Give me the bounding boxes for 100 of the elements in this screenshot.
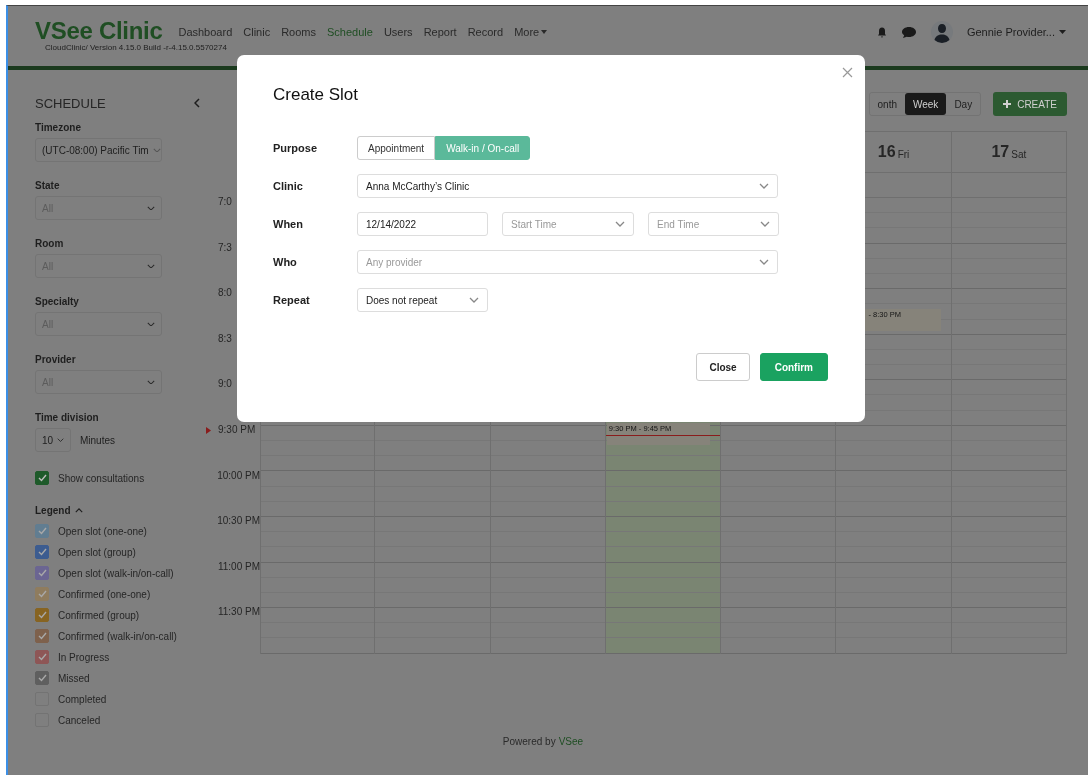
legend-checkbox[interactable] <box>35 566 49 580</box>
time-label: 10:30 PM <box>217 515 260 527</box>
legend-checkbox[interactable] <box>35 587 49 601</box>
field-label: Purpose <box>273 142 318 154</box>
chevron-up-icon[interactable] <box>74 508 83 513</box>
close-button[interactable] <box>842 67 853 78</box>
nav-link[interactable]: Rooms <box>281 26 316 38</box>
checkbox[interactable] <box>35 471 49 485</box>
end-time-select[interactable]: End Time <box>648 212 779 236</box>
legend-checkbox[interactable] <box>35 524 49 538</box>
legend-label: Completed <box>58 693 107 705</box>
close-button[interactable]: Close <box>696 353 750 381</box>
purpose-option[interactable]: Appointment <box>357 136 436 160</box>
chevron-left-icon[interactable] <box>194 98 200 108</box>
repeat-select[interactable]: Does not repeat <box>357 288 488 312</box>
filter-label: Specialty <box>35 296 80 307</box>
footer-link[interactable]: VSee <box>558 736 584 747</box>
legend-checkbox[interactable] <box>35 671 49 685</box>
legend-label: Open slot (group) <box>58 546 136 558</box>
filter-label: Time division <box>35 412 100 423</box>
legend-checkbox[interactable] <box>35 650 49 664</box>
time-label: 8:3 <box>218 332 232 344</box>
purpose-option[interactable]: Walk-in / On-call <box>435 136 531 160</box>
legend-label: Confirmed (walk-in/on-call) <box>58 630 177 642</box>
legend-title: Legend <box>35 505 71 516</box>
clinic-select[interactable]: Anna McCarthy’s Clinic <box>357 174 778 198</box>
filter-select[interactable]: (UTC-08:00) Pacific Tim <box>35 138 162 162</box>
chevron-down-icon <box>615 221 625 227</box>
field-label: Clinic <box>273 180 304 192</box>
legend-label: Open slot (walk-in/on-call) <box>58 567 174 579</box>
nav-link[interactable]: Report <box>423 26 457 38</box>
nav-link[interactable]: Schedule <box>327 26 373 38</box>
legend-checkbox[interactable] <box>35 608 49 622</box>
nav-link[interactable]: Record <box>467 26 504 38</box>
nav-link[interactable]: Users <box>383 26 413 38</box>
version-text: CloudClinic/ Version 4.15.0 Build -r-4.15.0.5570274 <box>45 43 227 52</box>
legend-label: In Progress <box>58 651 110 663</box>
provider-select[interactable]: Any provider <box>357 250 778 274</box>
chevron-down-icon <box>147 263 155 269</box>
check-icon <box>37 653 47 661</box>
sidebar-title: SCHEDULE <box>35 95 106 111</box>
time-label: 7:3 <box>218 241 232 253</box>
time-label: 10:00 PM <box>217 469 260 481</box>
chevron-down-icon <box>147 205 155 211</box>
check-icon <box>37 590 47 598</box>
weekday-label: Sat <box>1011 148 1027 160</box>
checkbox-label: Show consultations <box>58 472 145 484</box>
footer-text: Powered by <box>502 736 556 747</box>
field-label: Repeat <box>273 294 311 306</box>
nav-link[interactable]: More <box>514 26 548 38</box>
time-label: 11:30 PM <box>217 606 260 618</box>
legend-label: Confirmed (group) <box>58 609 140 621</box>
time-label: 9:0 <box>218 378 232 390</box>
legend-label: Open slot (one-one) <box>58 525 147 537</box>
field-label: When <box>273 218 304 230</box>
day-number: 16 <box>877 143 896 161</box>
close-icon <box>842 67 853 78</box>
date-field[interactable]: 12/14/2022 <box>357 212 488 236</box>
filter-label: Timezone <box>35 122 82 133</box>
chevron-down-icon <box>152 147 161 153</box>
time-label: 8:0 <box>218 287 232 299</box>
user-menu[interactable]: Gennie Provider... <box>966 26 1066 38</box>
plus-icon <box>1003 100 1012 108</box>
caret-icon <box>1059 30 1066 34</box>
legend-label: Missed <box>58 672 90 684</box>
bell-icon[interactable] <box>876 26 887 38</box>
time-label: 11:00 PM <box>217 560 260 572</box>
legend-label: Confirmed (one-one) <box>58 588 151 600</box>
dialog-title: Create Slot <box>273 85 360 105</box>
unit-label: Minutes <box>80 434 115 446</box>
start-time-select[interactable]: Start Time <box>502 212 634 236</box>
chevron-down-icon <box>147 321 155 327</box>
check-icon <box>37 527 47 535</box>
nav-link[interactable]: Dashboard <box>178 26 233 38</box>
chevron-down-icon <box>759 259 769 265</box>
check-icon <box>37 632 47 640</box>
time-label: 9:30 PM <box>218 423 256 435</box>
create-button[interactable]: CREATE <box>993 92 1067 116</box>
weekday-label: Fri <box>897 148 910 160</box>
check-icon <box>37 548 47 556</box>
filter-label: Provider <box>35 354 77 365</box>
view-tab[interactable]: Week <box>905 93 947 115</box>
legend-checkbox[interactable] <box>35 545 49 559</box>
filter-label: Room <box>35 238 65 249</box>
confirm-button[interactable]: Confirm <box>759 353 828 381</box>
caret-icon <box>541 30 548 34</box>
chevron-down-icon <box>147 379 155 385</box>
chevron-down-icon <box>469 297 479 303</box>
field-label: Who <box>273 256 298 268</box>
nav-link[interactable]: Clinic <box>243 26 271 38</box>
day-number: 17 <box>991 143 1010 161</box>
check-icon <box>37 474 47 482</box>
chevron-down-icon <box>57 437 65 443</box>
chevron-down-icon <box>760 221 770 227</box>
chat-bubble-icon[interactable] <box>900 25 917 39</box>
avatar-icon[interactable] <box>930 21 953 43</box>
legend-checkbox[interactable] <box>35 629 49 643</box>
time-division-select[interactable]: 10 <box>35 428 71 452</box>
check-icon <box>37 611 47 619</box>
time-label: 7:0 <box>218 196 232 207</box>
